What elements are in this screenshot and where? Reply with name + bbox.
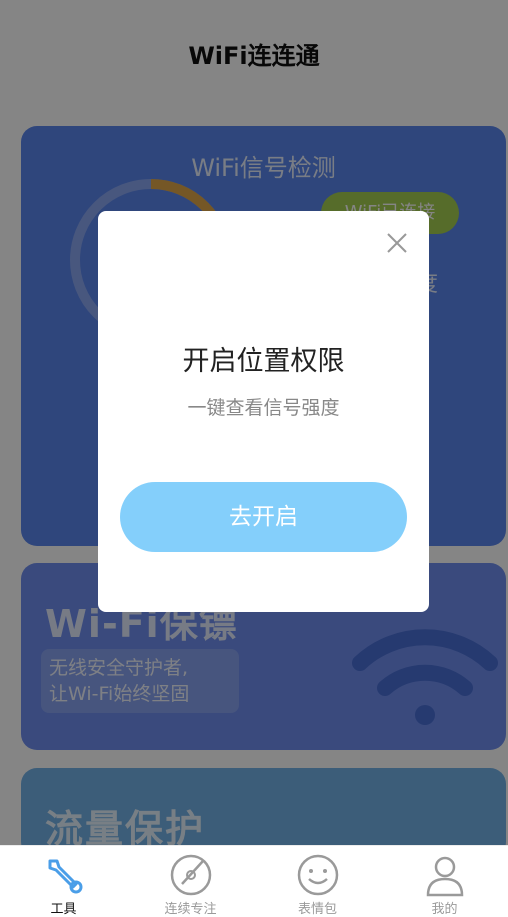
tab-me[interactable]: 我的 xyxy=(381,846,508,917)
close-icon[interactable] xyxy=(385,231,409,255)
location-permission-dialog: 开启位置权限 一键查看信号强度 去开启 xyxy=(98,211,429,612)
dialog-title: 开启位置权限 xyxy=(182,346,345,377)
tab-tools[interactable]: 工具 xyxy=(0,846,127,917)
tab-stickers-label: 表情包 xyxy=(297,902,337,917)
bottom-tab-bar: 工具 连续专注 表情包 我的 xyxy=(0,845,508,917)
compass-icon xyxy=(170,854,212,896)
wrench-icon xyxy=(48,859,83,894)
person-icon xyxy=(426,856,464,897)
enable-button[interactable]: 去开启 xyxy=(120,482,407,552)
tab-stickers[interactable]: 表情包 xyxy=(254,846,381,917)
tab-me-label: 我的 xyxy=(431,902,458,917)
tab-focus[interactable]: 连续专注 xyxy=(127,846,254,917)
dialog-subtitle: 一键查看信号强度 xyxy=(187,397,340,419)
smiley-icon xyxy=(297,854,339,896)
tab-tools-label: 工具 xyxy=(50,902,77,917)
main-page: WiFi连连通 WiFi信号检测 WiFi已连接 度 Wi-Fi保镖 无线安全守… xyxy=(0,0,508,858)
tab-focus-label: 连续专注 xyxy=(164,902,217,917)
